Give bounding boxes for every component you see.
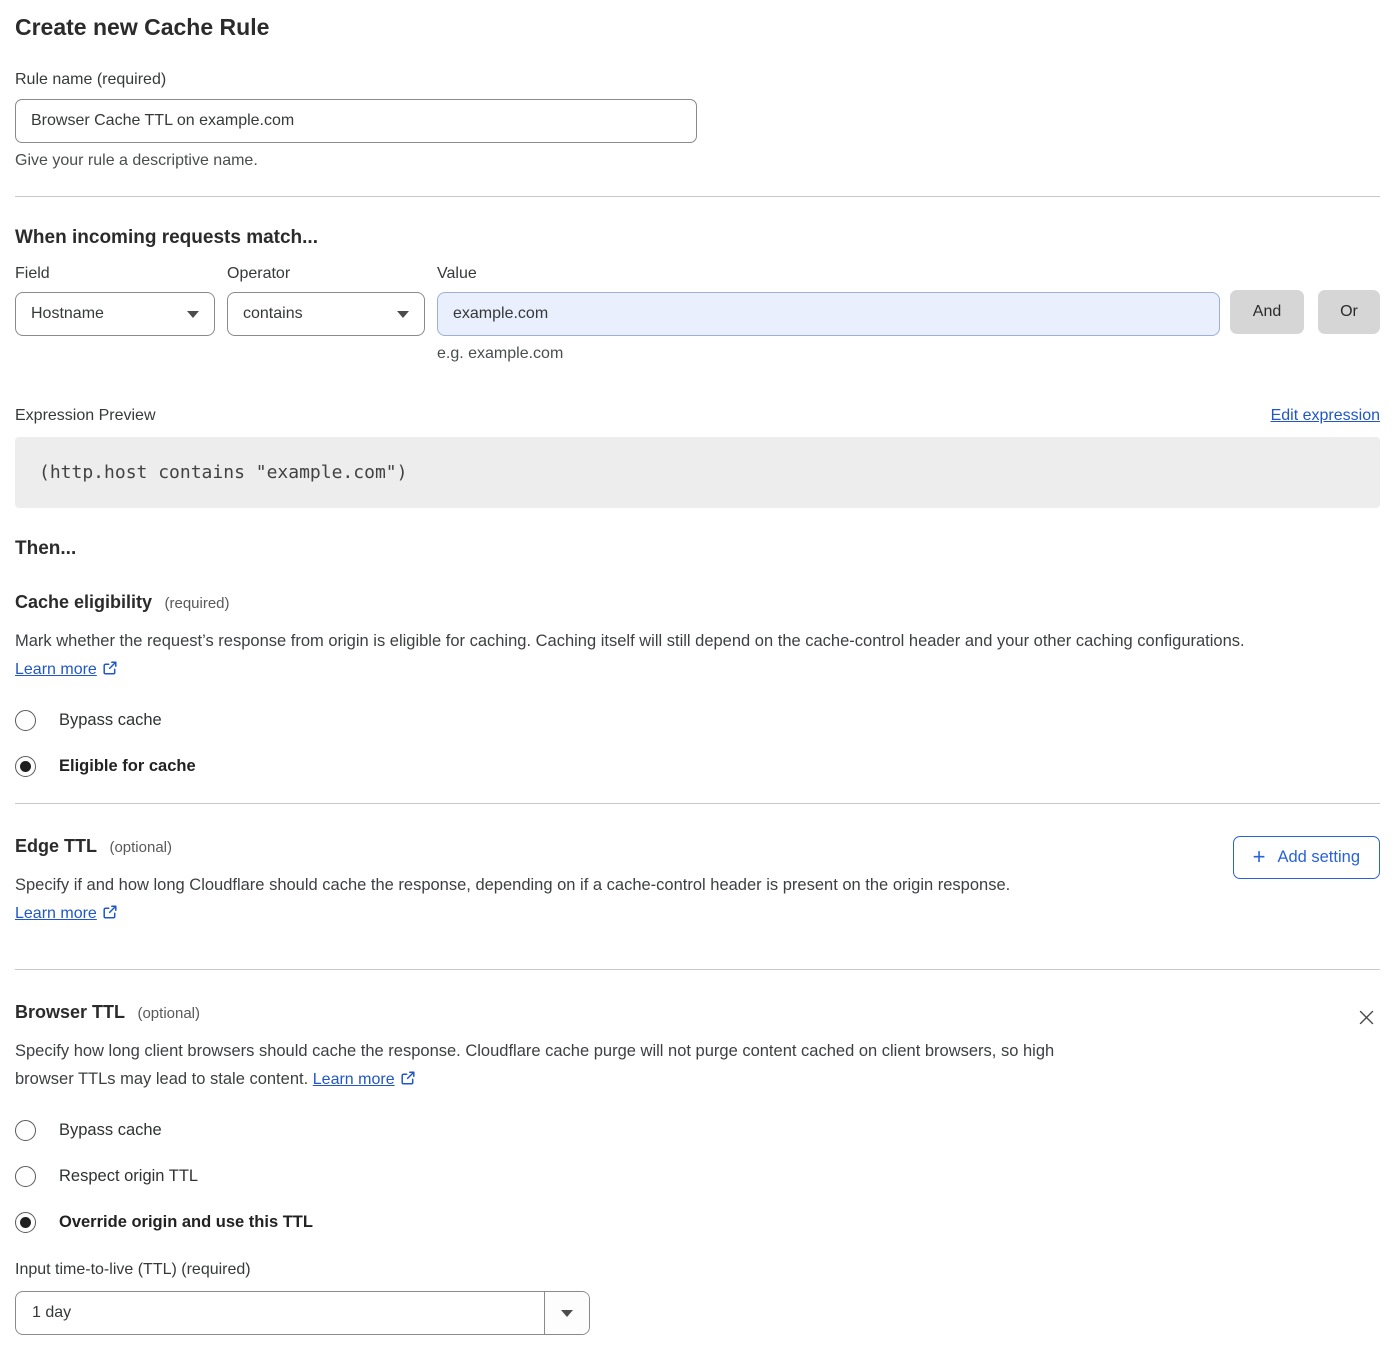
or-button[interactable]: Or xyxy=(1318,290,1380,334)
add-setting-button[interactable]: + Add setting xyxy=(1233,836,1380,879)
expression-preview-label: Expression Preview xyxy=(15,407,156,425)
page-title: Create new Cache Rule xyxy=(15,14,1380,41)
chevron-down-icon xyxy=(397,311,409,318)
expression-header: Expression Preview Edit expression xyxy=(15,407,1380,425)
edge-ttl-description: Specify if and how long Cloudflare shoul… xyxy=(15,871,1115,929)
radio-label: Override origin and use this TTL xyxy=(59,1213,313,1232)
ttl-select[interactable]: 1 day xyxy=(15,1291,590,1335)
rule-name-label: Rule name (required) xyxy=(15,71,1380,89)
radio-label: Bypass cache xyxy=(59,711,162,730)
chevron-down-icon xyxy=(187,311,199,318)
edit-expression-link[interactable]: Edit expression xyxy=(1271,407,1380,425)
value-label: Value xyxy=(437,265,1220,283)
browser-ttl-learn-more-link[interactable]: Learn more xyxy=(313,1071,395,1088)
operator-label: Operator xyxy=(227,265,425,283)
radio-icon xyxy=(15,756,36,777)
chevron-down-icon xyxy=(561,1310,573,1317)
create-cache-rule-page: Create new Cache Rule Rule name (require… xyxy=(0,0,1400,1354)
radio-label: Bypass cache xyxy=(59,1121,162,1140)
browser-ttl-title: Browser TTL xyxy=(15,1002,125,1022)
ttl-input-label: Input time-to-live (TTL) (required) xyxy=(15,1261,1380,1279)
and-button[interactable]: And xyxy=(1230,290,1304,334)
match-section-heading: When incoming requests match... xyxy=(15,227,1380,249)
external-link-icon xyxy=(102,662,118,680)
edge-ttl-learn-more-link[interactable]: Learn more xyxy=(15,905,97,922)
value-help: e.g. example.com xyxy=(437,345,1220,363)
field-select-value: Hostname xyxy=(31,305,104,323)
radio-label: Respect origin TTL xyxy=(59,1167,198,1186)
expression-code: (http.host contains "example.com") xyxy=(15,437,1380,508)
section-divider xyxy=(15,196,1380,197)
cache-eligibility-title: Cache eligibility xyxy=(15,592,152,612)
eligibility-option-eligible-for-cache[interactable]: Eligible for cache xyxy=(15,756,1380,777)
external-link-icon xyxy=(400,1072,416,1090)
section-divider xyxy=(15,969,1380,970)
external-link-icon xyxy=(102,906,118,924)
edge-ttl-header: Edge TTL (optional) Specify if and how l… xyxy=(15,836,1380,929)
cache-eligibility-required: (required) xyxy=(165,595,230,612)
operator-select-value: contains xyxy=(243,305,303,323)
then-heading: Then... xyxy=(15,538,1380,560)
cache-eligibility-learn-more-link[interactable]: Learn more xyxy=(15,661,97,678)
operator-select[interactable]: contains xyxy=(227,292,425,336)
section-divider xyxy=(15,803,1380,804)
eligibility-option-bypass-cache[interactable]: Bypass cache xyxy=(15,710,1380,731)
browser-ttl-option-override-origin[interactable]: Override origin and use this TTL xyxy=(15,1212,1380,1233)
ttl-select-arrow-button[interactable] xyxy=(544,1292,589,1334)
rule-name-input[interactable] xyxy=(15,99,697,143)
radio-icon xyxy=(15,1212,36,1233)
edge-ttl-title: Edge TTL xyxy=(15,836,97,856)
close-icon xyxy=(1357,1015,1376,1030)
cache-eligibility-description: Mark whether the request’s response from… xyxy=(15,627,1350,685)
browser-ttl-optional: (optional) xyxy=(137,1005,200,1022)
value-input[interactable] xyxy=(437,292,1220,336)
field-select[interactable]: Hostname xyxy=(15,292,215,336)
edge-ttl-optional: (optional) xyxy=(109,839,172,856)
field-label: Field xyxy=(15,265,215,283)
match-condition-row: Field Hostname Operator contains Value e… xyxy=(15,265,1380,363)
plus-icon: + xyxy=(1253,846,1266,868)
radio-label: Eligible for cache xyxy=(59,757,196,776)
radio-icon xyxy=(15,1120,36,1141)
browser-ttl-option-bypass-cache[interactable]: Bypass cache xyxy=(15,1120,1380,1141)
ttl-select-value: 1 day xyxy=(16,1292,544,1334)
rule-name-help: Give your rule a descriptive name. xyxy=(15,152,1380,170)
radio-icon xyxy=(15,710,36,731)
browser-ttl-header: Browser TTL (optional) Specify how long … xyxy=(15,1002,1380,1095)
cache-eligibility-header: Cache eligibility (required) xyxy=(15,592,1380,613)
radio-icon xyxy=(15,1166,36,1187)
browser-ttl-description: Specify how long client browsers should … xyxy=(15,1037,1115,1095)
browser-ttl-option-respect-origin-ttl[interactable]: Respect origin TTL xyxy=(15,1166,1380,1187)
remove-browser-ttl-button[interactable] xyxy=(1353,1004,1380,1034)
